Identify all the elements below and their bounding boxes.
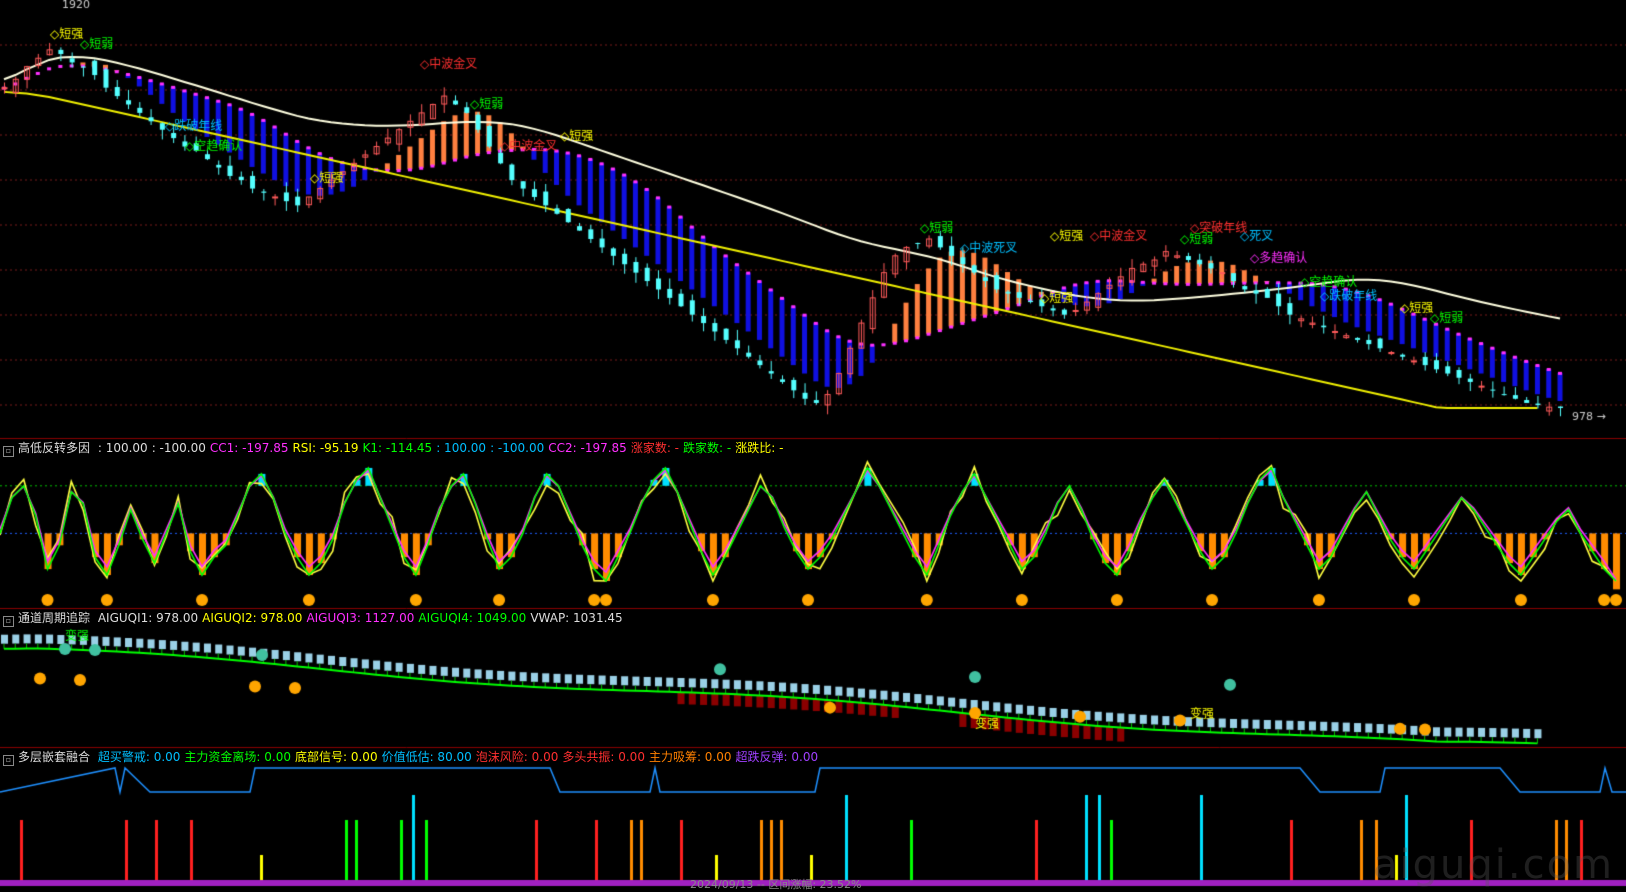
panel3-value-1: AIGUQI2: 978.00 bbox=[202, 611, 303, 625]
panel2-value-5: : 100.00 bbox=[436, 441, 487, 455]
panel-settings-icon[interactable]: ▫ bbox=[3, 446, 14, 457]
panel4-value-5: 多头共振: 0.00 bbox=[562, 750, 645, 764]
panel2-value-0: : 100.00 bbox=[97, 441, 148, 455]
panel3-legend: ▫ 通道周期追踪 AIGUQI1: 978.00 AIGUQI2: 978.00 AI… bbox=[0, 609, 631, 627]
footer-range-info: 2024/09/13 -- 区间涨幅: 23.52% bbox=[690, 878, 862, 891]
panel4-value-4: 泡沫风险: 0.00 bbox=[475, 750, 559, 764]
panel2-value-8: 涨家数: - bbox=[630, 441, 680, 455]
panel3-value-3: AIGUQI4: 1049.00 bbox=[418, 611, 527, 625]
panel4-value-1: 主力资金离场: 0.00 bbox=[184, 750, 291, 764]
panel3-value-2: AIGUQI3: 1127.00 bbox=[306, 611, 415, 625]
panel3-value-4: VWAP: 1031.45 bbox=[530, 611, 623, 625]
panel2-value-2: CC1: -197.85 bbox=[209, 441, 289, 455]
panel4-values: 超买警戒: 0.00 主力资金离场: 0.00 底部信号: 0.00 价值低估: 80… bbox=[98, 750, 822, 764]
panel2-value-4: K1: -114.45 bbox=[362, 441, 433, 455]
panel2-value-1: : -100.00 bbox=[151, 441, 206, 455]
panel3-value-0: AIGUQI1: 978.00 bbox=[97, 611, 199, 625]
panel2-values: : 100.00: -100.00 CC1: -197.85 RSI: -95.19… bbox=[98, 441, 788, 455]
panel4-name: 多层嵌套融合 bbox=[18, 750, 91, 764]
panel-settings-icon[interactable]: ▫ bbox=[3, 616, 14, 627]
panel4-value-3: 价值低估: 80.00 bbox=[381, 750, 472, 764]
panel4-value-6: 主力吸筹: 0.00 bbox=[648, 750, 732, 764]
panel3-values: AIGUQI1: 978.00 AIGUQI2: 978.00 AIGUQI3: 1… bbox=[98, 611, 627, 625]
panel3-name: 通道周期追踪 bbox=[18, 611, 91, 625]
panel2-value-9: 跌家数: - bbox=[683, 441, 732, 455]
panel4-value-2: 底部信号: 0.00 bbox=[295, 750, 378, 764]
panel2-value-7: CC2: -197.85 bbox=[548, 441, 627, 455]
watermark: aiguqi.com bbox=[1372, 842, 1614, 888]
panel2-name: 高低反转多因 bbox=[18, 441, 91, 455]
panel4-value-7: 超跌反弹: 0.00 bbox=[735, 750, 819, 764]
panel2-value-10: 涨跌比: - bbox=[735, 441, 784, 455]
panel2-value-3: RSI: -95.19 bbox=[292, 441, 359, 455]
panel2-legend: ▫ 高低反转多因 : 100.00: -100.00 CC1: -197.85 RSI… bbox=[0, 439, 791, 457]
panel4-value-0: 超买警戒: 0.00 bbox=[97, 750, 181, 764]
panel-settings-icon[interactable]: ▫ bbox=[3, 755, 14, 766]
panel4-legend: ▫ 多层嵌套融合 超买警戒: 0.00 主力资金离场: 0.00 底部信号: 0.00… bbox=[0, 748, 826, 766]
panel2-value-6: : -100.00 bbox=[490, 441, 545, 455]
